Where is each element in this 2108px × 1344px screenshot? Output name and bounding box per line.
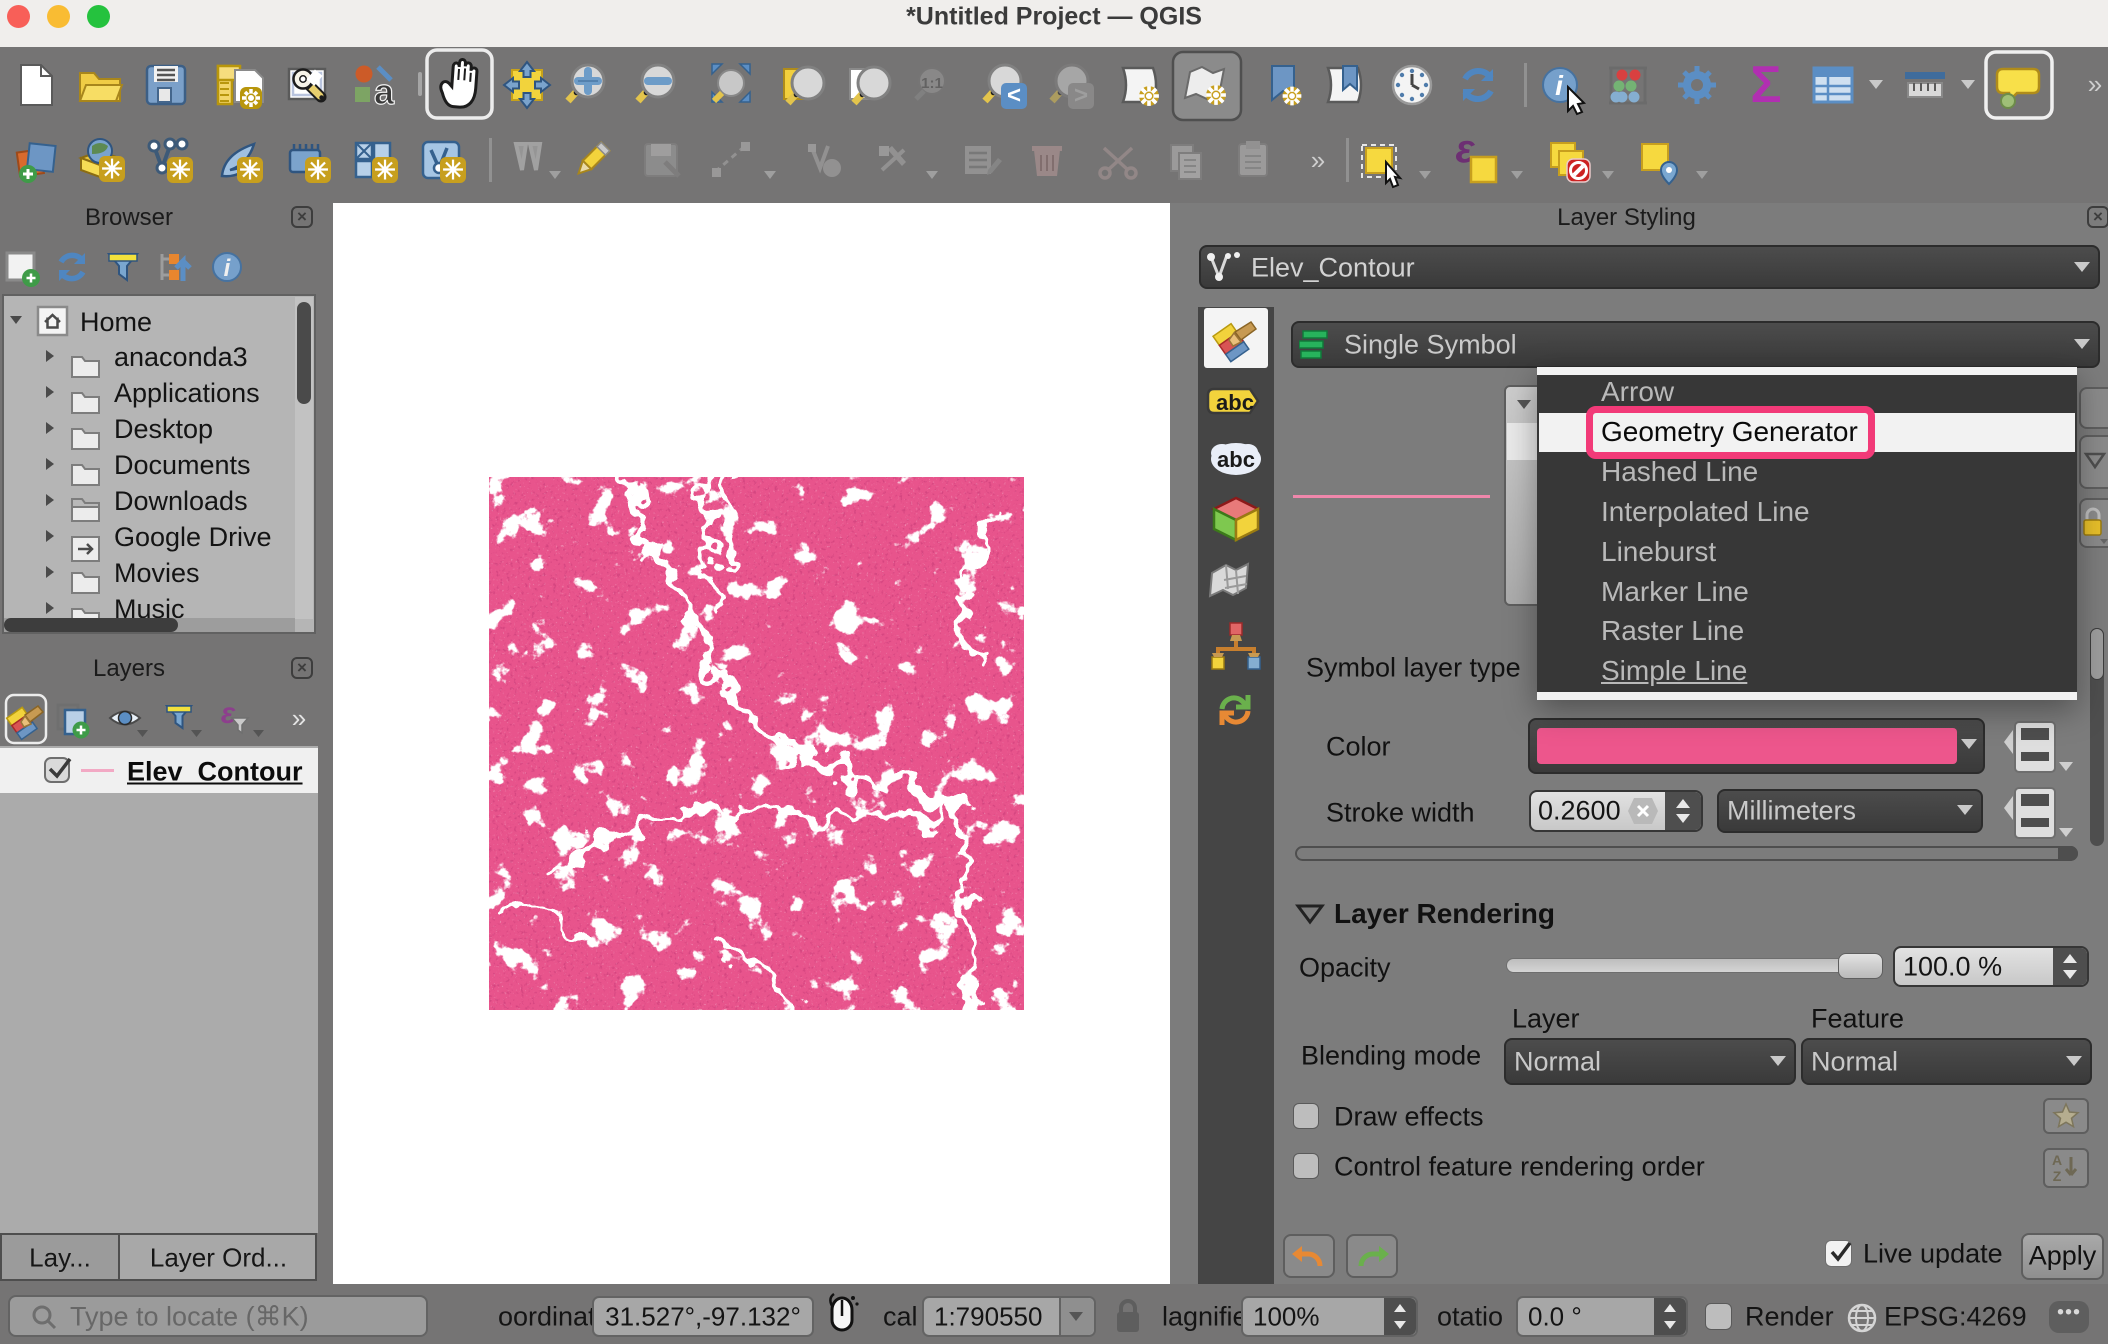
svg-text:Movies: Movies: [114, 558, 200, 588]
svg-text:Σ: Σ: [1750, 56, 1781, 114]
svg-text:1:1: 1:1: [921, 75, 943, 92]
svg-text:<: <: [1007, 82, 1021, 109]
svg-text:ε: ε: [221, 697, 236, 730]
svg-text:»: »: [1311, 145, 1325, 175]
svg-text:A: A: [2052, 1152, 2062, 1168]
svg-text:Documents: Documents: [114, 450, 251, 480]
svg-text:>: >: [1074, 82, 1088, 109]
svg-text:abc: abc: [1217, 447, 1255, 472]
svg-text:»: »: [2088, 69, 2102, 99]
svg-text:Z: Z: [2053, 1168, 2062, 1184]
svg-text:Applications: Applications: [114, 378, 260, 408]
svg-text:a: a: [374, 71, 395, 112]
svg-text:Desktop: Desktop: [114, 414, 213, 444]
svg-text:abc: abc: [1216, 390, 1254, 415]
svg-text:Google Drive: Google Drive: [114, 522, 272, 552]
svg-text:anaconda3: anaconda3: [114, 342, 248, 372]
svg-text:i: i: [1555, 70, 1564, 101]
svg-text:»: »: [292, 703, 306, 733]
svg-text:Downloads: Downloads: [114, 486, 248, 516]
svg-text:Home: Home: [80, 307, 152, 337]
